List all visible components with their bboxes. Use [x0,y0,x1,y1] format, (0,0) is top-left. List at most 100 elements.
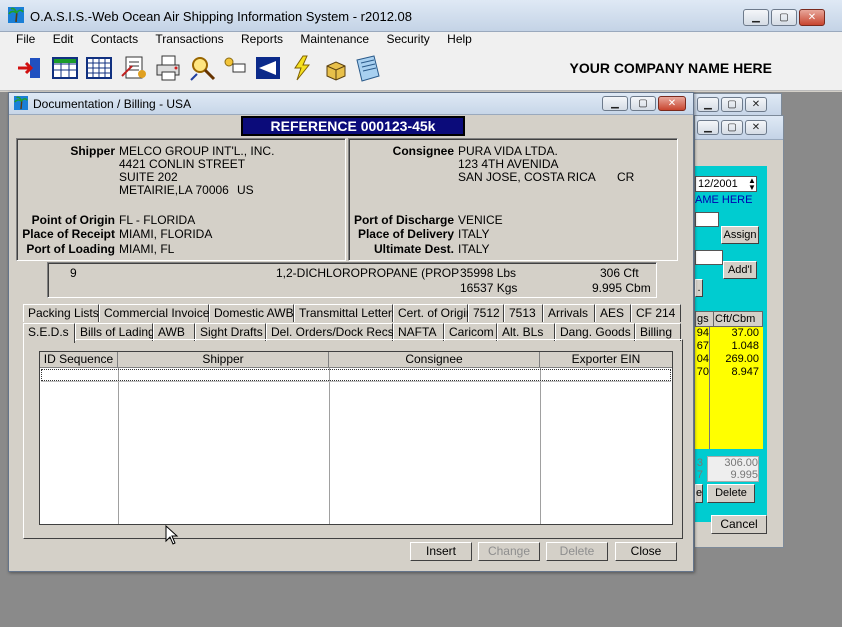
delete-button[interactable]: Delete [546,542,608,561]
loading-value: MIAMI, FL [119,242,175,256]
tab-arrivals[interactable]: Arrivals [543,304,595,322]
col-exporter-ein[interactable]: Exporter EIN [540,352,672,368]
consignee-city: SAN JOSE, COSTA RICA [458,170,596,184]
doc-maximize-button[interactable]: ▢ [630,96,656,111]
menu-reports[interactable]: Reports [241,33,283,46]
doc-window-title: Documentation / Billing - USA [33,97,192,111]
consignee-panel: Consignee PURA VIDA LTDA. 123 4TH AVENID… [348,138,678,261]
ultimate-value: ITALY [458,242,490,256]
row-cft-3: 269.00 [725,353,759,365]
menu-maintenance[interactable]: Maintenance [300,33,369,46]
yellow-grid: 94 67 04 70 37.00 1.048 269.00 8.947 [695,327,763,449]
box-icon[interactable] [322,54,350,82]
mouse-cursor-icon [165,525,179,545]
col-consignee[interactable]: Consignee [329,352,540,368]
cargo-kgs: 16537 Kgs [460,281,518,295]
shipper-address-2: SUITE 202 [119,170,178,184]
e-button[interactable]: e [695,484,703,503]
delivery-label: Place of Delivery [357,227,454,241]
key-icon[interactable] [222,54,250,82]
insert-button[interactable]: Insert [410,542,472,561]
printer-icon[interactable] [154,54,182,82]
document-tools-icon[interactable] [120,54,148,82]
tab-7512[interactable]: 7512 [468,304,504,322]
row-cft-2: 1.048 [731,340,759,352]
menu-security[interactable]: Security [386,33,429,46]
notepad-icon[interactable] [352,54,382,84]
cancel-button[interactable]: Cancel [711,515,767,534]
palm-tree-icon [14,96,28,110]
menu-contacts[interactable]: Contacts [91,33,138,46]
tabs-row-1: Packing Lists Commercial Invoices Domest… [23,304,683,323]
menu-edit[interactable]: Edit [53,33,74,46]
col-shipper[interactable]: Shipper [118,352,329,368]
tab-cert-of-origin[interactable]: Cert. of Origin [393,304,473,322]
total-cft: 306.00 [724,457,758,469]
window-title: O.A.S.I.S.-Web Ocean Air Shipping Inform… [30,9,412,24]
toolbar: YOUR COMPANY NAME HERE [0,47,842,91]
receipt-value: MIAMI, FLORIDA [119,227,213,241]
maximize-button[interactable]: ▢ [771,9,797,26]
discharge-value: VENICE [458,213,503,227]
menu-transactions[interactable]: Transactions [155,33,223,46]
close-button[interactable]: ✕ [799,9,825,26]
spreadsheet-icon[interactable] [51,54,79,82]
col-id-sequence[interactable]: ID Sequence [40,352,118,368]
assign-button[interactable]: Assign [721,226,759,244]
lightning-icon[interactable] [288,54,316,82]
flag-icon[interactable] [254,54,282,82]
exit-icon[interactable] [16,54,44,82]
background-window[interactable]: ▁ ▢ ✕ 12/2001 ▲ ▼ AME HERE Assign Add'l .… [694,115,784,548]
shipper-panel: Shipper MELCO GROUP INT'L., INC. 4421 CO… [16,138,346,261]
tab-commercial-invoices[interactable]: Commercial Invoices [99,304,215,322]
calendar-grid-icon[interactable] [85,54,113,82]
delivery-value: ITALY [458,227,490,241]
menu-help[interactable]: Help [447,33,472,46]
cargo-panel: 9 1,2-DICHLOROPROPANE (PROP 35998 Lbs 16… [47,262,657,298]
background-window-rear[interactable]: ▁ ▢ ✕ [690,93,782,118]
origin-value: FL - FLORIDA [119,213,196,227]
date-spin-icon[interactable]: ▲ ▼ [747,177,757,192]
tab-transmittal-letters[interactable]: Transmittal Letters [294,304,398,322]
cargo-cbm: 9.995 Cbm [592,281,651,295]
consignee-address: 123 4TH AVENIDA [458,157,559,171]
close-doc-button[interactable]: Close [615,542,677,561]
addl-button[interactable]: Add'l [723,261,757,279]
menu-file[interactable]: File [16,33,35,46]
tab-cf-214[interactable]: CF 214 [631,304,681,322]
ultimate-label: Ultimate Dest. [373,242,454,256]
cargo-lbs: 35998 Lbs [460,266,517,280]
row-cft-1: 37.00 [731,327,759,339]
search-tools-icon[interactable] [189,54,217,82]
discharge-label: Port of Discharge [353,213,454,227]
small-button[interactable]: . [695,279,703,297]
doc-close-button[interactable]: ✕ [658,96,686,111]
doc-title-bar: Documentation / Billing - USA ▁ ▢ ✕ [9,93,693,115]
addl-field[interactable] [695,250,723,265]
consignee-name: PURA VIDA LTDA. [458,144,558,158]
doc-minimize-button[interactable]: ▁ [602,96,628,111]
shipper-address-1: 4421 CONLIN STREET [119,157,246,171]
delete-button-bg[interactable]: Delete [707,484,755,503]
window-controls: ▁ ▢ ✕ [743,9,825,26]
tab-7513[interactable]: 7513 [504,304,543,322]
tab-seds[interactable]: S.E.D.s [23,323,75,343]
minimize-button[interactable]: ▁ [743,9,769,26]
seds-grid[interactable]: ID Sequence Shipper Consignee Exporter E… [39,351,673,525]
cargo-cft: 306 Cft [600,266,639,280]
tab-packing-lists[interactable]: Packing Lists [23,304,99,322]
total-left-1: 3 [696,457,703,469]
row-left-3: 04 [696,353,709,365]
assign-field[interactable] [695,212,719,227]
change-button[interactable]: Change [478,542,540,561]
grid-row-selected[interactable] [41,369,671,381]
row-left-4: 70 [696,366,709,378]
loading-label: Port of Loading [26,242,115,256]
grid-header: ID Sequence Shipper Consignee Exporter E… [40,352,672,368]
tab-aes[interactable]: AES [595,304,631,322]
tab-domestic-awb[interactable]: Domestic AWB [209,304,294,322]
total-left-2: 7 [696,469,703,481]
consignee-country: CR [617,170,635,184]
row-cft-4: 8.947 [731,366,759,378]
company-partial: AME HERE [695,194,753,206]
